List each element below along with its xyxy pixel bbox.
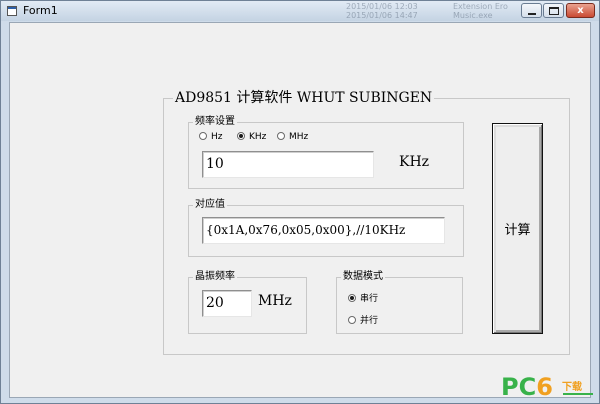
calculate-button[interactable]: 计算	[492, 123, 543, 334]
watermark-logo: PC6	[501, 373, 553, 401]
close-icon: x	[577, 5, 584, 16]
background-window-text: 2015/01/06 12:03	[346, 2, 418, 11]
title-bar[interactable]: Form1 2015/01/06 12:03 2015/01/06 14:47 …	[1, 1, 599, 21]
watermark-pc: PC	[501, 373, 537, 401]
frequency-input[interactable]: 10	[202, 151, 374, 178]
crystal-frequency-group: 晶振频率 20 MHz	[188, 270, 307, 334]
corresponding-value-group: 对应值 {0x1A,0x76,0x05,0x00},//10KHz	[188, 198, 464, 257]
minimize-icon	[528, 13, 536, 15]
corresponding-value-title: 对应值	[193, 198, 227, 212]
frequency-setting-group: 频率设置 Hz KHz MHz 10 KHz	[188, 115, 464, 189]
application-window: Form1 2015/01/06 12:03 2015/01/06 14:47 …	[0, 0, 600, 404]
radio-khz-label: KHz	[249, 132, 267, 142]
form-client-area: AD9851 计算软件 WHUT SUBINGEN 频率设置 Hz KHz MH…	[9, 22, 591, 398]
maximize-icon	[549, 7, 559, 15]
radio-serial-circle[interactable]	[348, 294, 356, 302]
frequency-setting-title: 频率设置	[193, 115, 237, 129]
close-button[interactable]: x	[566, 3, 595, 18]
corresponding-value-output[interactable]: {0x1A,0x76,0x05,0x00},//10KHz	[202, 217, 445, 244]
frequency-unit-label: KHz	[399, 154, 430, 170]
crystal-frequency-input[interactable]: 20	[202, 290, 252, 317]
data-mode-group: 数据模式 串行 并行	[336, 270, 463, 334]
watermark-underline	[563, 393, 593, 395]
watermark-six: 6	[536, 373, 553, 401]
minimize-button[interactable]	[521, 3, 542, 18]
crystal-frequency-unit-label: MHz	[258, 293, 292, 309]
radio-mhz-circle[interactable]	[277, 132, 285, 140]
radio-khz[interactable]: KHz	[237, 132, 266, 143]
radio-mhz-label: MHz	[289, 132, 309, 142]
radio-khz-circle[interactable]	[237, 132, 245, 140]
radio-hz[interactable]: Hz	[199, 132, 223, 143]
radio-mhz[interactable]: MHz	[277, 132, 308, 143]
main-group-title: AD9851 计算软件 WHUT SUBINGEN	[173, 89, 435, 107]
radio-serial[interactable]: 串行	[348, 294, 378, 305]
radio-parallel-label: 并行	[360, 316, 379, 326]
data-mode-title: 数据模式	[341, 270, 385, 284]
crystal-frequency-title: 晶振频率	[193, 270, 237, 284]
background-window-text: Extension Ero	[453, 2, 508, 11]
window-title: Form1	[23, 4, 58, 17]
watermark-download-text: 下载	[562, 382, 582, 393]
radio-hz-circle[interactable]	[199, 132, 207, 140]
background-window-text: 2015/01/06 14:47	[346, 11, 418, 20]
maximize-button[interactable]	[543, 3, 564, 18]
radio-hz-label: Hz	[211, 132, 223, 142]
radio-parallel[interactable]: 并行	[348, 316, 378, 327]
app-icon[interactable]	[7, 6, 17, 16]
background-window-text: Music.exe	[453, 11, 493, 20]
calculate-button-label: 计算	[504, 223, 531, 238]
radio-serial-label: 串行	[360, 294, 379, 304]
radio-parallel-circle[interactable]	[348, 316, 356, 324]
